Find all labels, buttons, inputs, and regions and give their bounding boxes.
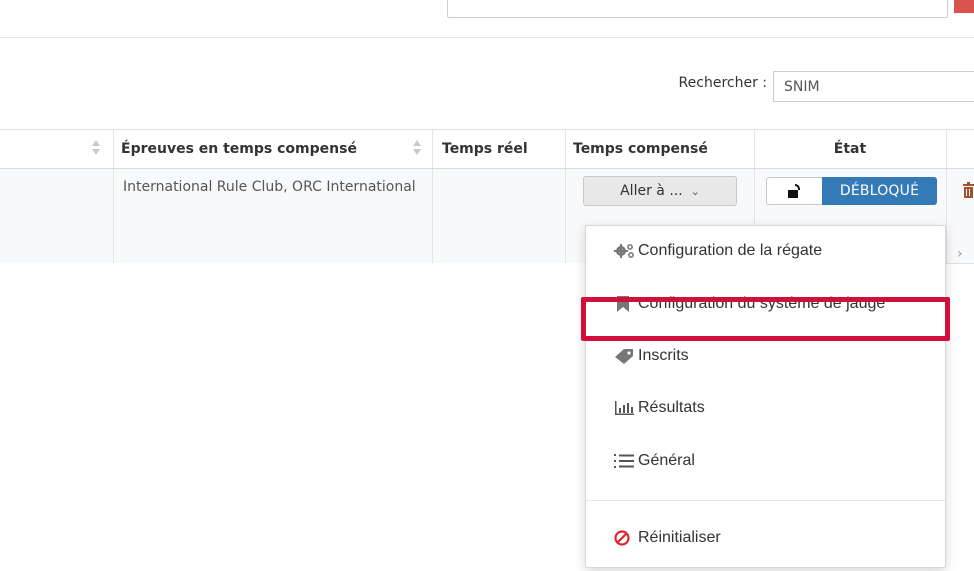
menu-item-inscrits[interactable]: Inscrits	[614, 344, 689, 368]
unlock-icon	[787, 184, 800, 198]
menu-item-label: Configuration de la régate	[638, 242, 823, 259]
cogs-icon	[614, 244, 634, 258]
top-input-field[interactable]	[447, 0, 948, 18]
menu-item-config-systeme-jauge[interactable]: Configuration du système de jauge	[614, 292, 885, 316]
menu-item-label: Configuration du système de jauge	[638, 295, 886, 312]
menu-item-reinitialiser[interactable]: Réinitialiser	[614, 526, 721, 550]
top-red-button[interactable]	[954, 0, 974, 13]
menu-item-label: Général	[638, 452, 695, 469]
aller-a-dropdown-button[interactable]: Aller à ... ⌄	[583, 176, 737, 206]
unlock-toggle-button[interactable]	[766, 177, 822, 205]
menu-item-general[interactable]: Général	[614, 449, 695, 473]
menu-item-label: Inscrits	[638, 347, 689, 364]
state-badge[interactable]: DÉBLOQUÉ	[822, 177, 937, 205]
aller-a-label: Aller à ...	[620, 183, 683, 199]
menu-item-label: Résultats	[638, 399, 705, 416]
search-input[interactable]	[773, 71, 974, 102]
search-label: Rechercher :	[678, 75, 767, 91]
bar-chart-icon	[615, 401, 634, 415]
bookmark-icon	[617, 296, 629, 312]
numbered-list-icon	[614, 454, 634, 468]
sort-icon[interactable]	[92, 139, 101, 157]
aller-a-dropdown-menu: Configuration de la régate Configuration…	[585, 225, 946, 568]
divider	[0, 37, 974, 38]
column-header-epreuves[interactable]: Épreuves en temps compensé	[113, 130, 357, 168]
tag-icon	[615, 349, 633, 364]
epreuves-cell: International Rule Club, ORC Internation…	[123, 179, 416, 195]
chevron-down-icon: ⌄	[690, 184, 700, 198]
menu-item-label: Réinitialiser	[638, 529, 721, 546]
column-header-temps-compense: Temps compensé	[573, 141, 708, 157]
trash-icon[interactable]	[963, 182, 974, 198]
menu-item-resultats[interactable]: Résultats	[614, 396, 705, 420]
column-header-temps-reel: Temps réel	[442, 141, 528, 157]
chevron-right-icon[interactable]: ›	[957, 246, 963, 262]
column-header-etat: État	[833, 141, 867, 157]
menu-item-config-regate[interactable]: Configuration de la régate	[614, 239, 822, 263]
ban-icon	[614, 530, 630, 546]
sort-icon[interactable]	[413, 139, 422, 157]
menu-divider	[586, 500, 945, 501]
